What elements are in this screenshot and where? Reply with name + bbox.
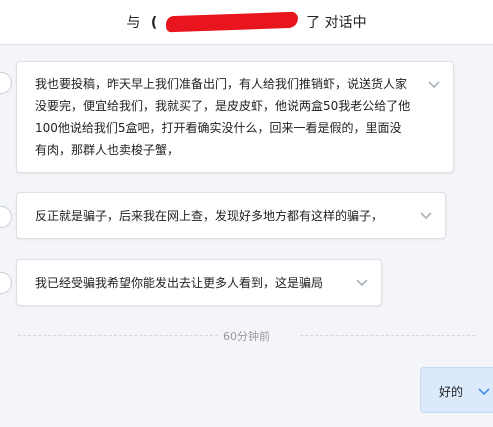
message-text: 反正就是骗子，后来我在网上查，发现好多地方都有这样的骗子， [35,209,384,223]
redaction-mark [165,11,298,33]
timestamp: 60分钟前 [223,330,270,343]
reply-bubble: 好的 [420,367,493,413]
reply-text: 好的 [439,385,464,399]
avatar [0,272,12,294]
chat-header: 与 ( 了 对话中 [0,0,493,45]
chevron-down-icon[interactable] [427,80,441,90]
message-text: 我也要投稿，昨天早上我们准备出门，有人给我们推销虾，说送货人家没要完，便宜给我们… [35,77,411,157]
message-text: 我已经受骗我希望你能发出去让更多人看到，这是骗局 [35,276,324,290]
message-bubble: 我也要投稿，昨天早上我们准备出门，有人给我们推销虾，说送货人家没要完，便宜给我们… [16,61,454,173]
bottom-strip [0,413,493,427]
avatar [0,206,12,228]
message-bubble: 我已经受骗我希望你能发出去让更多人看到，这是骗局 [16,259,382,306]
chevron-down-icon[interactable] [477,387,491,397]
chat-title-prefix: 与 [126,15,141,31]
chat-title-obscured: ( [150,15,158,31]
chat-title-suffix: 了 对话中 [306,15,367,31]
chevron-down-icon[interactable] [419,211,433,221]
chat-title: 与 ( 了 对话中 [0,11,493,33]
avatar [0,72,12,94]
message-bubble: 反正就是骗子，后来我在网上查，发现好多地方都有这样的骗子， [16,192,446,239]
chevron-down-icon[interactable] [355,278,369,288]
